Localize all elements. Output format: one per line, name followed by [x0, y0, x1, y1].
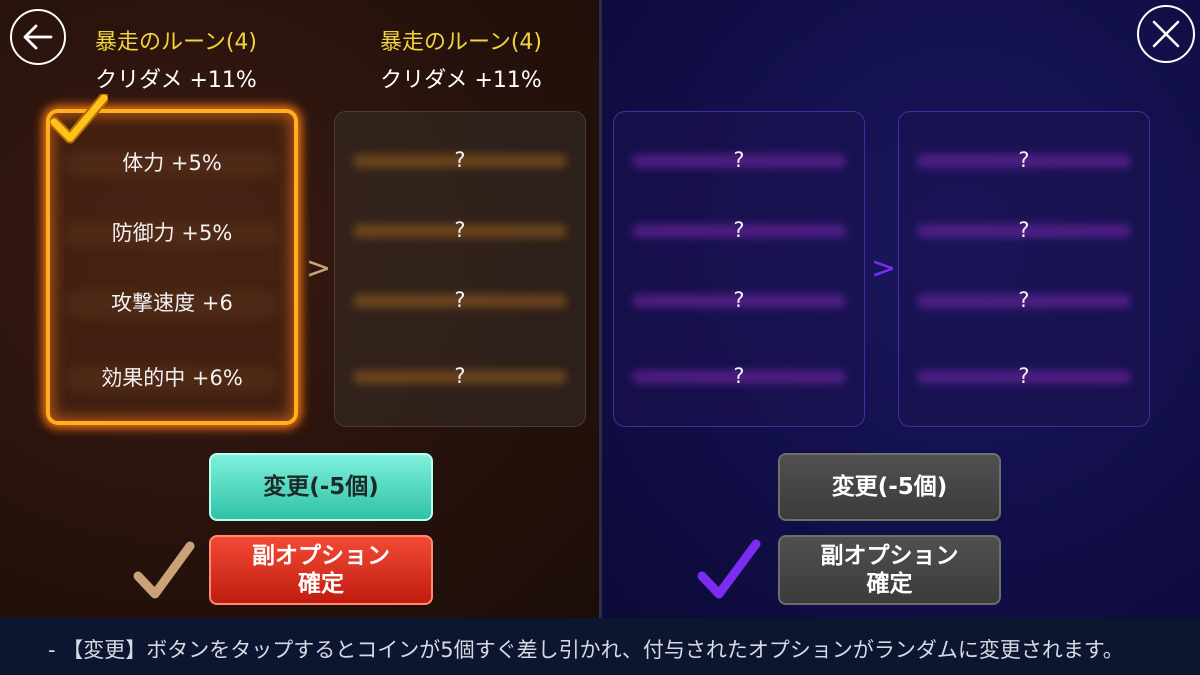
option-label: ? — [454, 364, 466, 388]
option-label: ? — [733, 288, 745, 312]
option-row: ? — [614, 358, 864, 394]
checkmark-icon[interactable] — [697, 538, 761, 600]
option-row: ? — [899, 142, 1149, 178]
confirm-button-label-line2: 確定 — [298, 571, 344, 597]
current-options-card[interactable]: ? ? ? ? — [613, 111, 865, 427]
panel-divider — [599, 0, 602, 618]
confirm-sub-option-button[interactable]: 副オプション 確定 — [778, 535, 1001, 605]
change-button-label: 変更(-5個) — [831, 474, 948, 500]
close-button[interactable] — [1137, 5, 1195, 63]
change-button-label: 変更(-5個) — [263, 474, 379, 500]
option-label: 体力 +5% — [122, 151, 222, 175]
current-set-name: 暴走のルーン(4) — [94, 30, 258, 55]
confirm-button-label-line1: 副オプション — [252, 543, 390, 569]
option-label: ? — [454, 148, 466, 172]
option-row: 体力 +5% — [50, 145, 294, 181]
arrow-indicator: > — [871, 251, 897, 286]
result-set-effect: クリダメ +11% — [380, 68, 542, 93]
option-row: 効果的中 +6% — [50, 360, 294, 396]
option-row: ? — [614, 142, 864, 178]
option-row: ? — [899, 282, 1149, 318]
option-label: 攻撃速度 +6 — [111, 291, 233, 315]
option-label: ? — [733, 148, 745, 172]
help-text-bar: - 【変更】ボタンをタップするとコインが5個すぐ差し引かれ、付与されたオプション… — [0, 618, 1200, 675]
change-button[interactable]: 変更(-5個) — [778, 453, 1001, 521]
checkmark-icon — [50, 94, 108, 144]
arrow-indicator: > — [306, 251, 332, 286]
confirm-button-label-line1: 副オプション — [820, 543, 959, 569]
option-row: ? — [335, 142, 585, 178]
result-options-card: ? ? ? ? — [334, 111, 586, 427]
current-options-card[interactable]: 体力 +5% 防御力 +5% 攻撃速度 +6 効果的中 +6% — [46, 109, 298, 425]
option-label: 効果的中 +6% — [101, 366, 243, 390]
change-button[interactable]: 変更(-5個) — [209, 453, 433, 521]
option-row: 攻撃速度 +6 — [50, 285, 294, 321]
option-row: ? — [335, 358, 585, 394]
checkmark-icon[interactable] — [133, 540, 195, 600]
option-row: ? — [614, 282, 864, 318]
current-set-effect: クリダメ +11% — [95, 68, 257, 93]
option-row: ? — [899, 358, 1149, 394]
option-label: ? — [1018, 364, 1030, 388]
option-label: ? — [454, 218, 466, 242]
option-label: ? — [454, 288, 466, 312]
option-label: ? — [1018, 148, 1030, 172]
option-label: ? — [1018, 218, 1030, 242]
option-label: ? — [1018, 288, 1030, 312]
confirm-sub-option-button[interactable]: 副オプション 確定 — [209, 535, 433, 605]
option-label: ? — [733, 364, 745, 388]
result-set-name: 暴走のルーン(4) — [379, 30, 543, 55]
help-text: - 【変更】ボタンをタップするとコインが5個すぐ差し引かれ、付与されたオプション… — [48, 638, 1124, 662]
option-label: ? — [733, 218, 745, 242]
option-label: 防御力 +5% — [111, 221, 233, 245]
option-row: ? — [335, 282, 585, 318]
confirm-button-label-line2: 確定 — [866, 571, 913, 597]
result-options-card: ? ? ? ? — [898, 111, 1150, 427]
option-row: ? — [614, 212, 864, 248]
option-row: ? — [335, 212, 585, 248]
option-row: ? — [899, 212, 1149, 248]
option-row: 防御力 +5% — [50, 215, 294, 251]
close-icon — [1152, 20, 1180, 48]
